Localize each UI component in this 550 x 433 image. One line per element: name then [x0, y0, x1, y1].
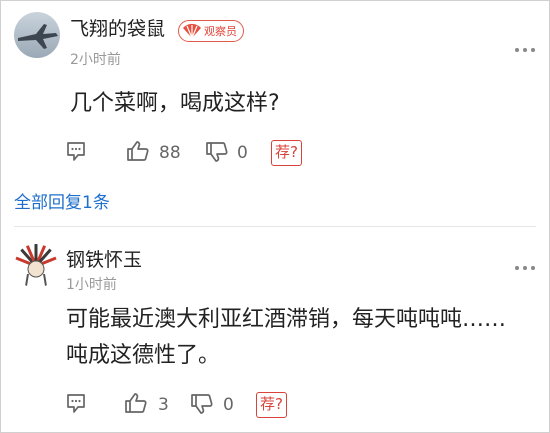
username[interactable]: 钢铁怀玉 [66, 245, 142, 272]
avatar[interactable] [14, 12, 60, 58]
dislike-count: 0 [223, 395, 234, 415]
thumbs-down-icon[interactable] [205, 141, 229, 163]
recommend-button[interactable]: 荐? [256, 392, 287, 418]
like-count: 3 [158, 395, 169, 415]
comment-text: 可能最近澳大利亚红酒滞销，每天吨吨吨……吨成这德性了。 [66, 307, 507, 368]
timestamp: 2小时前 [70, 52, 121, 68]
all-replies-link[interactable]: 全部回复1条 [14, 188, 110, 213]
thumbs-up-icon[interactable] [126, 140, 150, 162]
thumbs-up-icon[interactable] [124, 392, 148, 414]
fan-icon [183, 23, 201, 39]
more-icon[interactable] [515, 266, 535, 272]
badge-label: 观察员 [204, 25, 237, 38]
comment-icon[interactable] [66, 393, 86, 415]
jet-avatar-icon [14, 12, 60, 58]
avatar[interactable] [14, 244, 58, 288]
comment-text: 几个菜啊，喝成这样? [70, 91, 280, 116]
observer-badge: 观察员 [178, 20, 244, 42]
like-count: 88 [159, 143, 181, 163]
more-icon[interactable] [515, 48, 535, 54]
headdress-avatar-icon [14, 244, 58, 288]
thumbs-down-icon[interactable] [190, 393, 214, 415]
dislike-count: 0 [237, 143, 248, 163]
username[interactable]: 飞翔的袋鼠 [70, 14, 165, 41]
divider [14, 226, 536, 227]
recommend-button[interactable]: 荐? [271, 140, 302, 166]
timestamp: 1小时前 [66, 277, 117, 293]
comment-icon[interactable] [66, 141, 86, 163]
